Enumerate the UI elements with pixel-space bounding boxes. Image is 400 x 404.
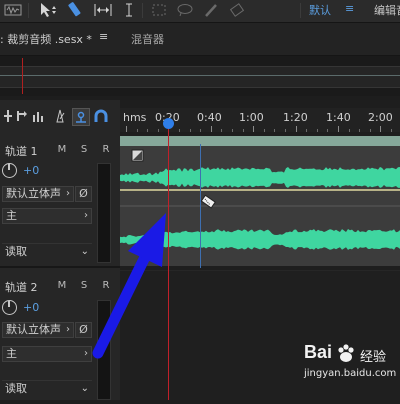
- automation-mode-label: 读取: [5, 382, 27, 395]
- ruler-tick: [338, 126, 339, 132]
- input-label: 主: [6, 347, 17, 360]
- input-select[interactable]: 主 ›: [2, 208, 92, 224]
- ruler-tick: [200, 129, 202, 132]
- ruler-tick-label: 1:20: [283, 111, 308, 124]
- ruler-tick-label: 1:40: [326, 111, 351, 124]
- tab-multitrack-session[interactable]: : 裁剪音频 .sesx *: [0, 31, 92, 47]
- solo-button[interactable]: S: [78, 280, 90, 291]
- mute-button[interactable]: M: [56, 280, 68, 291]
- ruler-tick: [295, 126, 297, 132]
- waveform-channel: [120, 167, 400, 188]
- watermark: Bai 经验 jingyan.baidu.com: [290, 340, 400, 400]
- input-label: 主: [6, 209, 17, 222]
- input-select[interactable]: 主 ›: [2, 346, 92, 362]
- solo-button[interactable]: S: [78, 144, 90, 155]
- chevron-right-icon: ›: [66, 188, 70, 199]
- time-selection-icon[interactable]: [118, 0, 140, 20]
- paw-logo-icon: [338, 344, 354, 362]
- phase-invert-button[interactable]: Ø: [75, 186, 92, 202]
- ruler-tick: [242, 129, 244, 132]
- session-overview[interactable]: [0, 56, 400, 96]
- watermark-subtitle: 经验: [360, 350, 387, 365]
- track-tool-row: [0, 104, 120, 130]
- playhead-handle[interactable]: [163, 118, 174, 129]
- ruler-tick: [221, 129, 223, 132]
- volume-value[interactable]: +0: [23, 301, 39, 314]
- ruler-tick: [274, 129, 276, 132]
- clip-header-bar[interactable]: [120, 136, 400, 146]
- top-toolbar: 默认 ≡ 编辑音: [0, 0, 400, 23]
- volume-value[interactable]: +0: [23, 164, 39, 177]
- output-select[interactable]: 默认立体声 ›: [2, 322, 74, 338]
- chevron-right-icon: ›: [66, 324, 70, 335]
- watermark-url: jingyan.baidu.com: [304, 368, 397, 379]
- chevron-down-icon: ⌄: [80, 246, 89, 257]
- ruler-tick: [306, 129, 308, 132]
- watermark-brand: Bai: [304, 342, 333, 362]
- lasso-icon[interactable]: [174, 0, 196, 20]
- track-name[interactable]: 轨道 1: [5, 143, 38, 159]
- ruler-unit-label: hms: [123, 111, 147, 124]
- tab-mixer[interactable]: 混音器: [131, 31, 164, 47]
- chevron-down-icon: ⌄: [80, 383, 89, 394]
- automation-mode-label: 读取: [5, 245, 27, 258]
- ruler-tick-label: 2:00: [368, 111, 393, 124]
- automation-mode-select[interactable]: 读取 ⌄: [2, 243, 92, 259]
- workspace-default-label[interactable]: 默认: [309, 2, 331, 18]
- ruler-tick: [348, 129, 350, 132]
- editor-tab-bar: : 裁剪音频 .sesx * ≡ 混音器: [0, 23, 400, 56]
- ruler-tick: [136, 129, 138, 132]
- tab-menu-icon[interactable]: ≡: [99, 30, 108, 43]
- volume-knob[interactable]: [2, 300, 17, 315]
- ruler-tick: [380, 126, 382, 132]
- ruler-tick: [253, 126, 255, 132]
- ruler-tick: [359, 129, 361, 132]
- ruler-tick: [391, 129, 392, 132]
- ruler-tick: [369, 129, 371, 132]
- ruler-tick: [147, 129, 149, 132]
- snap-icon[interactable]: [72, 108, 90, 126]
- ruler-tick: [179, 129, 180, 132]
- arrow-annotation: [92, 213, 166, 359]
- eq-icon[interactable]: [30, 108, 46, 124]
- volume-knob[interactable]: [2, 163, 17, 178]
- output-select[interactable]: 默认立体声 ›: [2, 186, 74, 202]
- ruler-tick: [285, 129, 286, 132]
- effects-rack-icon[interactable]: [13, 108, 29, 124]
- track-name[interactable]: 轨道 2: [5, 279, 38, 295]
- time-ruler[interactable]: hms 0:20 0:40 1:00 1:20 1:40 2:00: [120, 108, 400, 132]
- mute-button[interactable]: M: [56, 144, 68, 155]
- marquee-icon[interactable]: [148, 0, 170, 20]
- ruler-tick: [263, 129, 265, 132]
- output-label: 默认立体声: [6, 323, 61, 336]
- magnet-icon[interactable]: [93, 108, 109, 124]
- ruler-tick: [189, 129, 191, 132]
- automation-mode-select[interactable]: 读取 ⌄: [2, 380, 92, 396]
- move-tool-icon[interactable]: [36, 0, 58, 20]
- overview-playhead: [22, 58, 23, 94]
- output-label: 默认立体声: [6, 187, 61, 200]
- brush-icon[interactable]: [200, 0, 222, 20]
- record-arm-button[interactable]: R: [100, 144, 112, 155]
- metronome-icon[interactable]: [52, 108, 68, 124]
- ruler-tick: [232, 129, 233, 132]
- ruler-tick-label: 0:40: [197, 111, 222, 124]
- slip-tool-icon[interactable]: [92, 0, 114, 20]
- ruler-tick: [327, 129, 329, 132]
- edit-audio-label[interactable]: 编辑音: [374, 2, 400, 18]
- ruler-tick: [157, 129, 159, 132]
- ruler-tick: [316, 129, 318, 132]
- razor-tool-icon[interactable]: [64, 0, 86, 20]
- ruler-tick: [210, 126, 212, 132]
- chevron-right-icon: ›: [84, 210, 88, 221]
- workspace-menu-icon[interactable]: ≡: [345, 2, 354, 15]
- ruler-tick: [126, 126, 127, 132]
- chevron-right-icon: ›: [84, 348, 88, 359]
- ruler-tick-label: 1:00: [239, 111, 264, 124]
- waveform-view-icon[interactable]: [2, 0, 24, 20]
- spot-heal-icon[interactable]: [226, 0, 248, 20]
